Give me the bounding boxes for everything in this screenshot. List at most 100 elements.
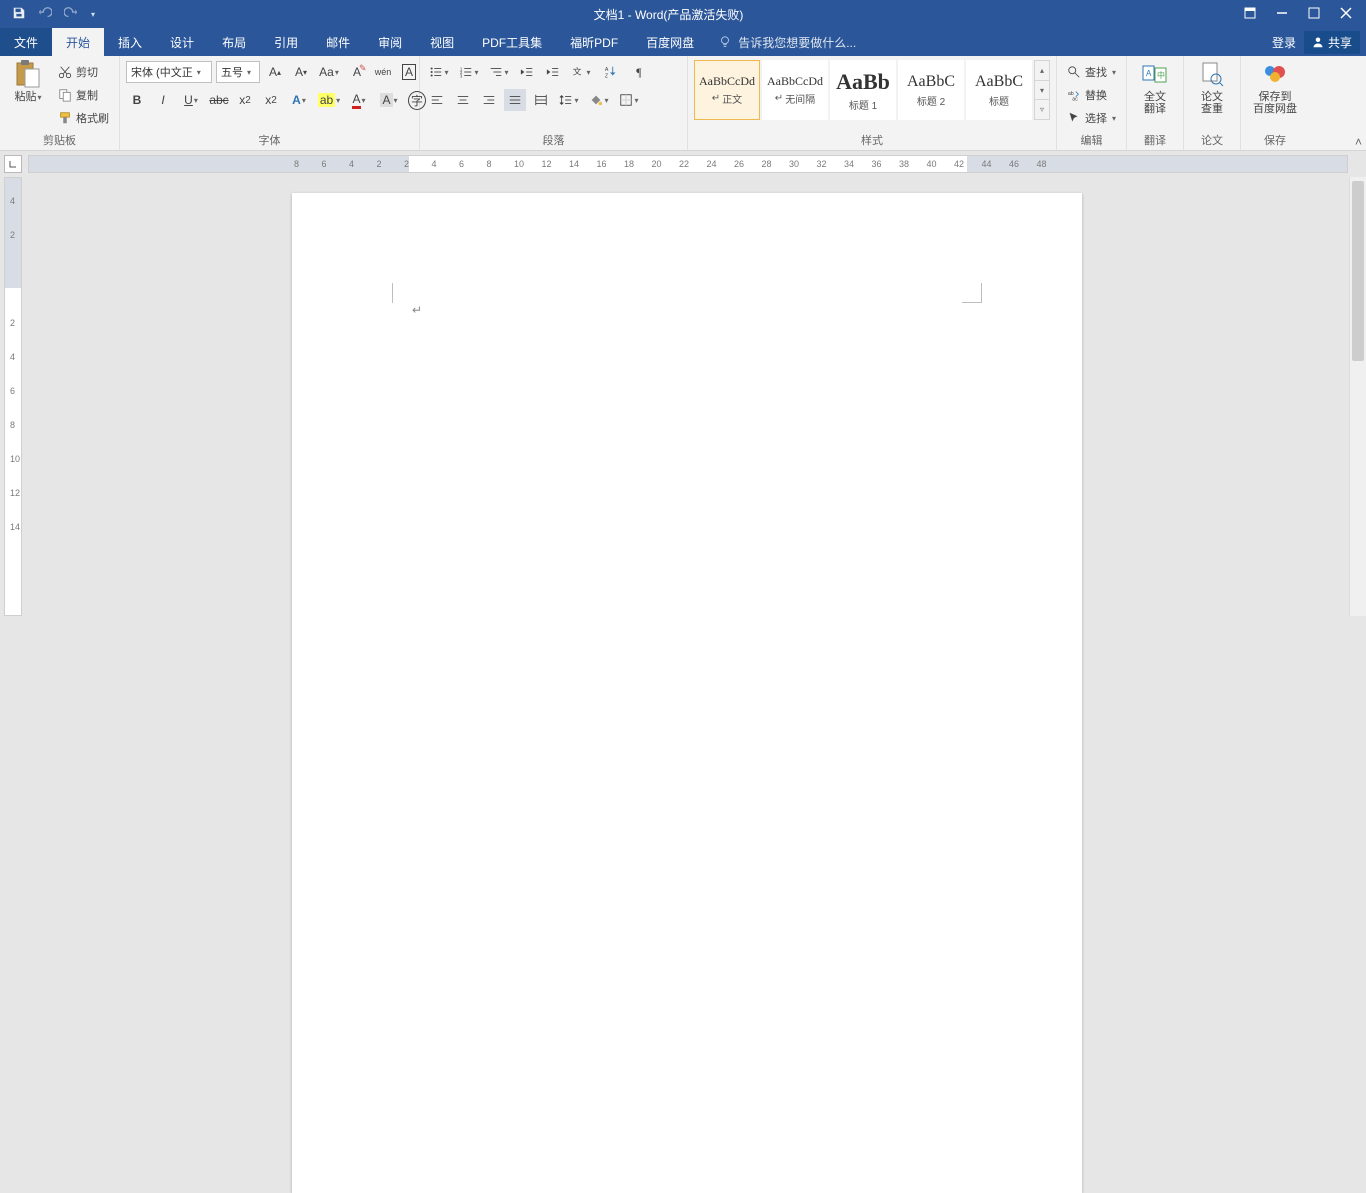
shading-button[interactable]: ▾ — [586, 89, 612, 111]
paragraph-label: 段落 — [426, 132, 681, 150]
align-right-button[interactable] — [478, 89, 500, 111]
style-gallery-nav: ▴ ▾ ▿ — [1034, 60, 1050, 120]
strikethrough-button[interactable]: abc — [208, 89, 230, 111]
tab-view[interactable]: 视图 — [416, 28, 468, 56]
styles-label: 样式 — [694, 132, 1050, 150]
paper-check-button[interactable]: 论文查重 — [1190, 60, 1234, 115]
svg-text:Z: Z — [605, 73, 609, 79]
login-link[interactable]: 登录 — [1272, 34, 1296, 51]
vertical-scrollbar[interactable] — [1349, 177, 1366, 616]
paste-button[interactable]: 粘贴▾ — [6, 60, 50, 103]
tab-foxit[interactable]: 福昕PDF — [556, 28, 632, 56]
scrollbar-thumb[interactable] — [1352, 181, 1364, 361]
qat-customize-icon[interactable]: ▾ — [91, 10, 95, 19]
save-icon[interactable] — [12, 6, 26, 23]
style-heading2[interactable]: AaBbC标题 2 — [898, 60, 964, 120]
tab-stop-selector[interactable] — [4, 155, 22, 173]
style-scroll-down[interactable]: ▾ — [1035, 80, 1049, 100]
redo-icon[interactable] — [64, 6, 78, 23]
style-no-spacing[interactable]: AaBbCcDd↵无间隔 — [762, 60, 828, 120]
horizontal-ruler[interactable]: 8642246810121416182022242628303234363840… — [28, 155, 1348, 173]
cut-button[interactable]: 剪切 — [54, 62, 113, 82]
align-distributed-button[interactable] — [530, 89, 552, 111]
minimize-icon[interactable] — [1276, 7, 1288, 22]
tab-design[interactable]: 设计 — [156, 28, 208, 56]
show-marks-button[interactable]: ¶ — [628, 61, 650, 83]
character-border-button[interactable]: A — [398, 61, 420, 83]
align-center-button[interactable] — [452, 89, 474, 111]
superscript-button[interactable]: x2 — [260, 89, 282, 111]
sort-button[interactable]: AZ — [598, 61, 624, 83]
ribbon-display-options-icon[interactable] — [1244, 7, 1256, 22]
outdent-icon — [520, 65, 534, 79]
style-heading1[interactable]: AaBb标题 1 — [830, 60, 896, 120]
tab-references[interactable]: 引用 — [260, 28, 312, 56]
undo-icon[interactable] — [38, 6, 52, 23]
close-icon[interactable] — [1340, 7, 1352, 22]
align-left-button[interactable] — [426, 89, 448, 111]
line-spacing-button[interactable]: ▾ — [556, 89, 582, 111]
select-button[interactable]: 选择▾ — [1063, 108, 1120, 128]
font-color-button[interactable]: A▾ — [346, 89, 372, 111]
tab-pdftools[interactable]: PDF工具集 — [468, 28, 556, 56]
grow-font-button[interactable]: A▴ — [264, 61, 286, 83]
translate-label: 翻译 — [1133, 132, 1177, 150]
find-button[interactable]: 查找▾ — [1063, 62, 1120, 82]
svg-text:文: 文 — [573, 66, 582, 77]
text-effects-button[interactable]: A▾ — [286, 89, 312, 111]
change-case-button[interactable]: Aa▾ — [316, 61, 342, 83]
font-size-combo[interactable]: 五号▾ — [216, 61, 260, 83]
tab-review[interactable]: 审阅 — [364, 28, 416, 56]
tab-insert[interactable]: 插入 — [104, 28, 156, 56]
font-name-combo[interactable]: 宋体 (中文正▾ — [126, 61, 212, 83]
maximize-icon[interactable] — [1308, 7, 1320, 22]
phonetic-guide-button[interactable]: wén — [372, 61, 394, 83]
numbering-button[interactable]: 123▾ — [456, 61, 482, 83]
copy-button[interactable]: 复制 — [54, 85, 113, 105]
asian-layout-icon: 文 — [571, 65, 585, 79]
group-styles: AaBbCcDd↵正文 AaBbCcDd↵无间隔 AaBb标题 1 AaBbC标… — [688, 56, 1057, 150]
tab-home[interactable]: 开始 — [52, 28, 104, 56]
style-expand[interactable]: ▿ — [1035, 99, 1049, 119]
document-page[interactable]: ↵ — [292, 193, 1082, 1193]
save-baidu-label: 保存 — [1247, 132, 1303, 150]
align-justify-button[interactable] — [504, 89, 526, 111]
char-shading-button[interactable]: A▾ — [376, 89, 402, 111]
save-baidu-button[interactable]: 保存到百度网盘 — [1247, 60, 1303, 115]
borders-icon — [619, 93, 633, 107]
lightbulb-icon — [718, 35, 732, 49]
style-scroll-up[interactable]: ▴ — [1035, 61, 1049, 80]
svg-text:ac: ac — [1072, 96, 1078, 102]
tell-me-search[interactable]: 告诉我您想要做什么... — [718, 34, 856, 51]
collapse-ribbon-button[interactable]: ˄ — [1355, 135, 1362, 149]
style-normal[interactable]: AaBbCcDd↵正文 — [694, 60, 760, 120]
underline-button[interactable]: U▾ — [178, 89, 204, 111]
borders-button[interactable]: ▾ — [616, 89, 642, 111]
share-button[interactable]: 共享 — [1304, 31, 1360, 54]
bold-button[interactable]: B — [126, 89, 148, 111]
group-translate: A中 全文翻译 翻译 — [1127, 56, 1184, 150]
translate-button[interactable]: A中 全文翻译 — [1133, 60, 1177, 115]
format-painter-button[interactable]: 格式刷 — [54, 108, 113, 128]
decrease-indent-button[interactable] — [516, 61, 538, 83]
document-title: 文档1 - Word(产品激活失败) — [107, 6, 1230, 23]
margin-corner-tr — [962, 283, 982, 303]
numbering-icon: 123 — [459, 65, 473, 79]
multilevel-list-button[interactable]: ▾ — [486, 61, 512, 83]
tab-baidu[interactable]: 百度网盘 — [632, 28, 708, 56]
asian-layout-button[interactable]: 文▾ — [568, 61, 594, 83]
clear-formatting-button[interactable]: A✎ — [346, 61, 368, 83]
italic-button[interactable]: I — [152, 89, 174, 111]
shrink-font-button[interactable]: A▾ — [290, 61, 312, 83]
vertical-ruler[interactable]: 422468101214 — [4, 177, 22, 616]
bullets-button[interactable]: ▾ — [426, 61, 452, 83]
tab-file[interactable]: 文件 — [0, 28, 52, 56]
tab-layout[interactable]: 布局 — [208, 28, 260, 56]
increase-indent-button[interactable] — [542, 61, 564, 83]
highlight-button[interactable]: ab▾ — [316, 89, 342, 111]
replace-button[interactable]: abac替换 — [1063, 85, 1120, 105]
tab-mailings[interactable]: 邮件 — [312, 28, 364, 56]
style-title[interactable]: AaBbC标题 — [966, 60, 1032, 120]
paragraph-mark: ↵ — [412, 303, 422, 318]
subscript-button[interactable]: x2 — [234, 89, 256, 111]
